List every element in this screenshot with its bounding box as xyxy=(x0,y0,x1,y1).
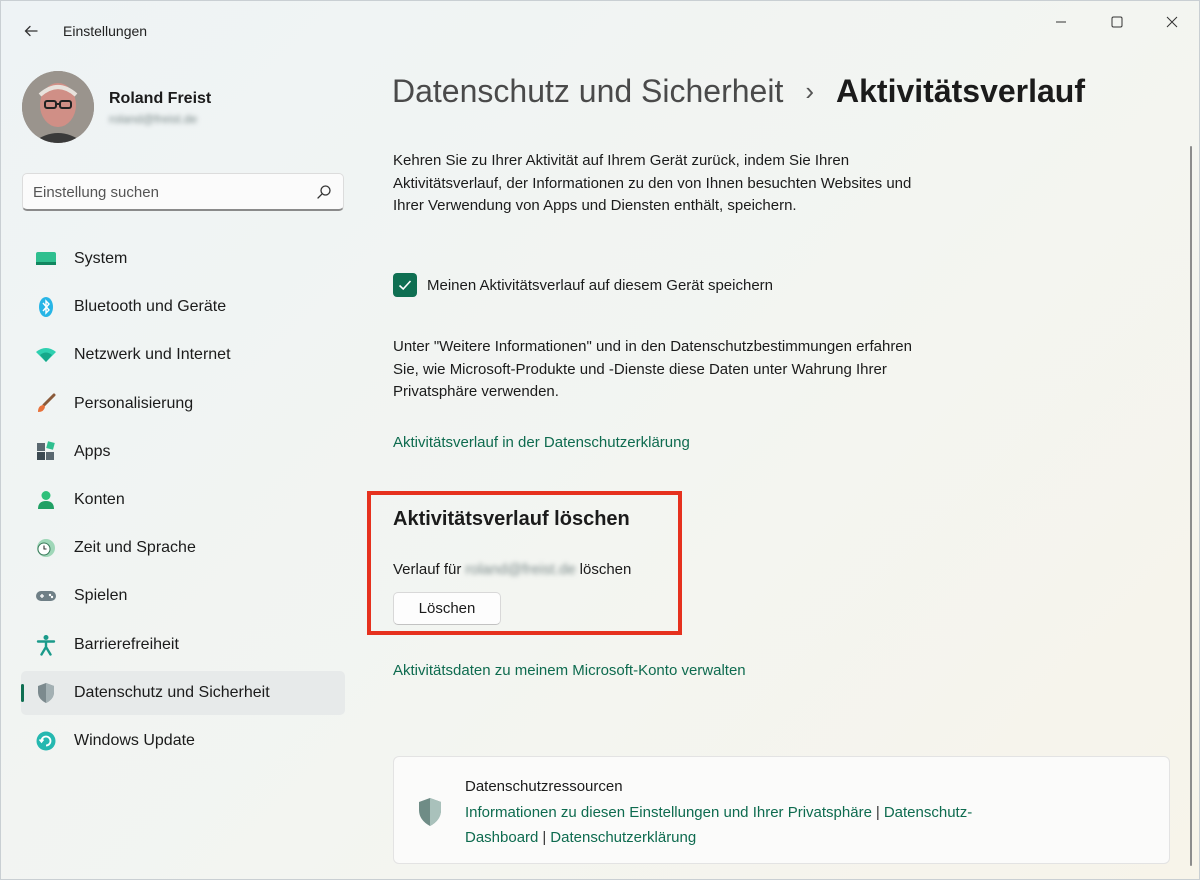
sidebar-item-label: Bluetooth und Geräte xyxy=(74,298,227,316)
page-title: Aktivitätsverlauf xyxy=(836,73,1085,109)
shield-icon xyxy=(419,798,441,826)
search-box[interactable] xyxy=(22,173,344,211)
manage-account-data-link[interactable]: Aktivitätsdaten zu meinem Microsoft-Kont… xyxy=(393,662,746,679)
bluetooth-icon xyxy=(35,296,57,318)
resources-links: Informationen zu diesen Einstellungen un… xyxy=(465,800,1155,850)
breadcrumb-separator: › xyxy=(805,76,815,106)
arrow-left-icon xyxy=(24,25,38,37)
link-separator: | xyxy=(875,804,880,821)
apps-icon xyxy=(35,440,57,463)
sidebar-item-label: Zeit und Sprache xyxy=(74,539,196,557)
sidebar-item-bluetooth[interactable]: Bluetooth und Geräte xyxy=(21,285,345,329)
sidebar-item-accessibility[interactable]: Barrierefreiheit xyxy=(21,623,345,667)
wifi-icon xyxy=(35,344,57,366)
back-button[interactable] xyxy=(15,15,47,47)
scrollbar[interactable] xyxy=(1190,146,1192,866)
sidebar-item-system[interactable]: System xyxy=(21,237,345,281)
sidebar-item-label: System xyxy=(74,250,128,267)
maximize-button[interactable] xyxy=(1097,11,1137,33)
resources-title: Datenschutzressourcen xyxy=(465,778,623,795)
app-title: Einstellungen xyxy=(63,23,148,39)
info-text: Unter "Weitere Informationen" und in den… xyxy=(393,338,912,400)
sidebar-item-label: Barrierefreiheit xyxy=(74,635,179,653)
intro-text: Kehren Sie zu Ihrer Aktivität auf Ihrem … xyxy=(393,152,912,214)
save-history-label: Meinen Aktivitätsverlauf auf diesem Gerä… xyxy=(427,276,774,294)
close-icon xyxy=(1166,16,1178,28)
minimize-button[interactable] xyxy=(1041,11,1081,33)
avatar[interactable] xyxy=(22,71,94,143)
title-bar: Einstellungen xyxy=(1,1,1199,45)
privacy-statement-resource-link[interactable]: Datenschutzerklärung xyxy=(550,829,696,846)
maximize-icon xyxy=(1111,16,1123,28)
clock-globe-icon xyxy=(35,537,57,559)
active-indicator xyxy=(21,683,24,702)
minimize-icon xyxy=(1056,21,1066,23)
privacy-statement-link[interactable]: Aktivitätsverlauf in der Datenschutzerkl… xyxy=(393,434,690,451)
clear-history-suffix: löschen xyxy=(579,561,632,578)
clear-history-email: roland@freist.de xyxy=(465,561,576,578)
sidebar-item-time-language[interactable]: Zeit und Sprache xyxy=(21,526,345,570)
sidebar-item-label: Windows Update xyxy=(74,731,195,749)
sidebar-item-personalization[interactable]: Personalisierung xyxy=(21,382,345,426)
sidebar-item-label: Netzwerk und Internet xyxy=(74,346,231,364)
accessibility-icon xyxy=(35,634,57,656)
privacy-info-link[interactable]: Informationen zu diesen Einstellungen un… xyxy=(465,804,872,821)
sidebar-item-label: Personalisierung xyxy=(74,394,194,412)
person-icon xyxy=(35,489,57,511)
update-icon xyxy=(35,730,57,752)
sidebar-item-apps[interactable]: Apps xyxy=(21,430,345,474)
sidebar-item-label: Konten xyxy=(74,490,125,508)
clear-history-title: Aktivitätsverlauf löschen xyxy=(393,508,630,530)
sidebar-item-label: Datenschutz und Sicherheit xyxy=(74,683,270,701)
sidebar-item-label: Apps xyxy=(74,442,111,460)
sidebar-item-privacy-security[interactable]: Datenschutz und Sicherheit xyxy=(21,670,345,715)
shield-icon xyxy=(35,682,57,704)
sidebar-item-gaming[interactable]: Spielen xyxy=(21,574,345,618)
user-email: roland@freist.de xyxy=(109,112,198,126)
paintbrush-icon xyxy=(35,393,57,415)
save-history-option[interactable]: Meinen Aktivitätsverlauf auf diesem Gerä… xyxy=(393,273,773,297)
clear-history-prefix: Verlauf für xyxy=(393,561,462,578)
close-button[interactable] xyxy=(1152,11,1192,33)
sidebar-item-accounts[interactable]: Konten xyxy=(21,478,345,522)
monitor-icon xyxy=(35,248,57,270)
sidebar-item-label: Spielen xyxy=(74,587,128,605)
clear-history-button[interactable]: Löschen xyxy=(393,592,501,625)
checkmark-icon xyxy=(398,280,412,291)
settings-window: Einstellungen Roland Freist roland@freis… xyxy=(0,0,1200,880)
breadcrumb-parent[interactable]: Datenschutz und Sicherheit xyxy=(392,73,783,110)
gamepad-icon xyxy=(35,585,57,607)
search-input[interactable] xyxy=(33,179,303,205)
clear-history-description: Verlauf für roland@freist.de löschen xyxy=(393,561,631,578)
breadcrumb: Datenschutz und Sicherheit › Aktivitätsv… xyxy=(392,73,1085,110)
sidebar-nav: System Bluetooth und Geräte Netzwerk und… xyxy=(21,237,345,767)
privacy-resources-card: Datenschutzressourcen Informationen zu d… xyxy=(393,756,1170,864)
save-history-checkbox[interactable] xyxy=(393,273,417,297)
user-photo-icon xyxy=(22,71,94,143)
search-icon[interactable] xyxy=(315,183,333,201)
link-separator: | xyxy=(542,829,547,846)
sidebar-item-windows-update[interactable]: Windows Update xyxy=(21,719,345,763)
user-name: Roland Freist xyxy=(109,90,212,107)
sidebar-item-network[interactable]: Netzwerk und Internet xyxy=(21,333,345,377)
